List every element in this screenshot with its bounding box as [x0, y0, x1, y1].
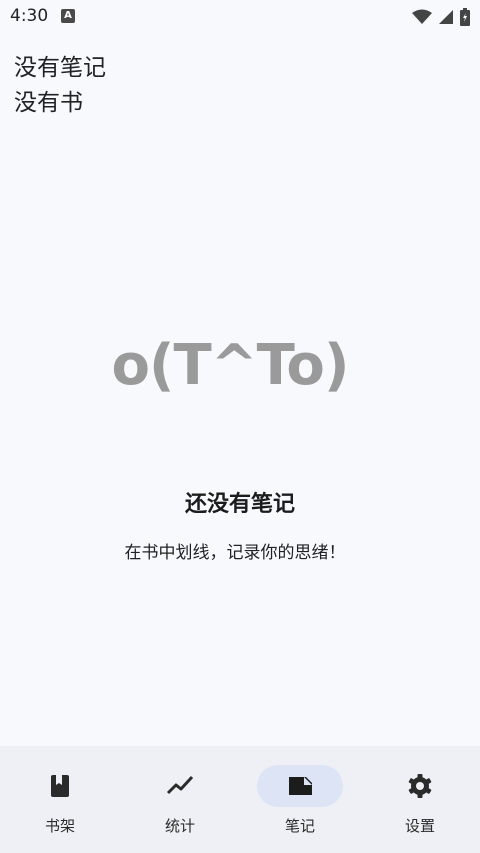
- bottom-navigation: 书架 统计 笔记 设置: [0, 746, 480, 853]
- nav-label-settings: 设置: [404, 817, 435, 835]
- nav-item-settings[interactable]: 设置: [360, 746, 480, 853]
- a-icon: A: [61, 9, 75, 23]
- no-notes-text: 没有笔记: [14, 55, 106, 81]
- nav-item-notes[interactable]: 笔记: [240, 746, 360, 853]
- status-icons: [412, 7, 470, 27]
- no-books-text: 没有书: [14, 90, 83, 116]
- wifi-icon: [412, 9, 432, 24]
- status-bar: 4:30 A: [0, 0, 480, 34]
- empty-emoticon: o(T^To): [111, 333, 349, 398]
- settings-icon: [408, 774, 432, 798]
- empty-title: 还没有笔记: [184, 492, 295, 517]
- status-time: 4:30: [10, 6, 49, 26]
- nav-label-notes: 笔记: [284, 817, 315, 835]
- stats-icon: [166, 775, 194, 795]
- nav-label-stats: 统计: [164, 817, 195, 835]
- nav-label-bookshelf: 书架: [44, 817, 75, 835]
- nav-item-stats[interactable]: 统计: [120, 746, 240, 853]
- empty-subtitle: 在书中划线，记录你的思绪！: [124, 543, 346, 563]
- bookshelf-icon: [51, 775, 69, 797]
- nav-item-bookshelf[interactable]: 书架: [0, 746, 120, 853]
- battery-icon: [460, 8, 470, 26]
- signal-icon: [439, 10, 453, 24]
- notes-icon: [289, 777, 312, 795]
